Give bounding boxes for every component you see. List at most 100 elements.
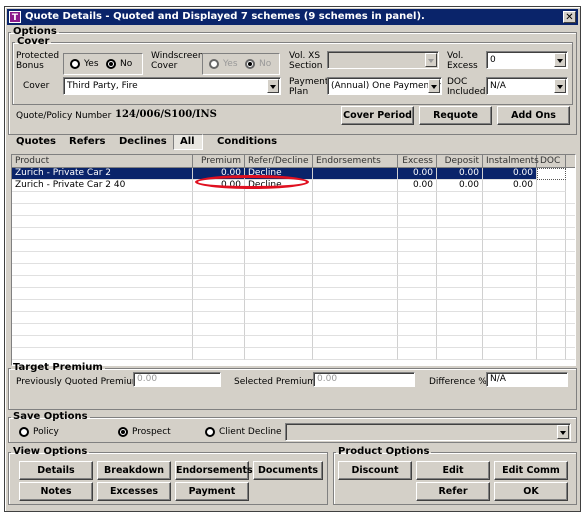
empty-cell — [398, 312, 437, 324]
payment-plan-select[interactable]: (Annual) One Payment Ir — [327, 77, 442, 95]
empty-cell — [313, 276, 398, 288]
empty-cell — [398, 252, 437, 264]
tab-declines[interactable]: Declines — [119, 135, 167, 149]
empty-cell — [483, 300, 537, 312]
save-option-prospect-radio[interactable]: Prospect — [118, 427, 171, 437]
title-bar: T Quote Details - Quoted and Displayed 7… — [7, 9, 578, 25]
empty-table-row — [12, 228, 575, 240]
notes-button[interactable]: Notes — [19, 482, 93, 501]
chevron-down-icon[interactable] — [554, 53, 566, 67]
column-header-instalments[interactable]: Instalments — [483, 155, 539, 168]
tab-all[interactable]: All — [173, 134, 203, 150]
table-row[interactable]: Zurich - Private Car 2 0.00 Decline 0.00… — [12, 168, 575, 180]
cell-refer-decline: Decline — [245, 180, 313, 192]
column-header-deposit[interactable]: Deposit — [437, 155, 483, 168]
protected-bonus-yes-radio[interactable]: Yes — [70, 59, 99, 69]
edit-premium-button[interactable]: Edit Premium — [416, 461, 490, 493]
doc-included-select[interactable]: N/A — [486, 77, 568, 95]
column-header-filler — [566, 155, 575, 168]
empty-cell — [566, 216, 575, 228]
cover-label: Cover — [23, 81, 50, 91]
previously-quoted-premium-field[interactable]: 0.00 — [133, 372, 221, 387]
empty-cell — [313, 312, 398, 324]
save-option-client-decline-radio[interactable]: Client Decline — [205, 427, 282, 437]
close-icon[interactable]: ✕ — [563, 11, 576, 23]
empty-cell — [12, 288, 193, 300]
payment-button[interactable]: Payment — [175, 482, 249, 501]
column-header-refer-decline[interactable]: Refer/Decline — [245, 155, 313, 168]
empty-table-row — [12, 252, 575, 264]
cell-endorsements — [313, 180, 398, 192]
empty-cell — [566, 204, 575, 216]
documents-button[interactable]: Documents — [253, 461, 323, 480]
empty-cell — [537, 348, 566, 360]
selected-premium-field[interactable]: 0.00 — [313, 372, 415, 387]
empty-cell — [193, 192, 245, 204]
column-header-endorsements[interactable]: Endorsements — [313, 155, 398, 168]
empty-table-row — [12, 336, 575, 348]
empty-cell — [245, 300, 313, 312]
discount-button[interactable]: Discount — [338, 461, 412, 480]
protected-bonus-radio-group: Yes No — [63, 53, 143, 75]
empty-cell — [566, 240, 575, 252]
add-ons-button[interactable]: Add Ons — [497, 106, 570, 125]
edit-comm-button[interactable]: Edit Comm — [494, 461, 568, 480]
ok-button[interactable]: OK — [494, 482, 568, 501]
save-options-select[interactable] — [285, 423, 571, 441]
chevron-down-icon[interactable] — [425, 53, 437, 67]
cell-deposit: 0.00 — [437, 180, 483, 192]
empty-cell — [12, 228, 193, 240]
empty-cell — [12, 276, 193, 288]
empty-cell — [12, 336, 193, 348]
radio-icon — [19, 427, 29, 437]
vol-excess-select[interactable]: 0 — [486, 51, 568, 69]
cell-product: Zurich - Private Car 2 40 — [12, 180, 193, 192]
breakdown-button[interactable]: Breakdown — [97, 461, 171, 480]
empty-cell — [12, 216, 193, 228]
empty-cell — [245, 204, 313, 216]
empty-cell — [193, 324, 245, 336]
empty-cell — [398, 192, 437, 204]
tab-refers[interactable]: Refers — [69, 135, 106, 149]
empty-cell — [193, 228, 245, 240]
chevron-down-icon[interactable] — [428, 79, 440, 93]
chevron-down-icon[interactable] — [267, 79, 279, 93]
empty-table-row — [12, 312, 575, 324]
cell-doc[interactable] — [537, 168, 566, 180]
empty-cell — [483, 348, 537, 360]
cover-select[interactable]: Third Party, Fire — [63, 77, 281, 95]
windscreen-no-radio[interactable]: No — [245, 59, 271, 69]
excesses-button[interactable]: Excesses — [97, 482, 171, 501]
endorsements-button[interactable]: Endorsements — [175, 461, 253, 480]
empty-cell — [398, 336, 437, 348]
column-header-premium[interactable]: Premium — [193, 155, 245, 168]
column-header-doc[interactable]: DOC — [537, 155, 566, 168]
windscreen-yes-radio[interactable]: Yes — [209, 59, 238, 69]
empty-cell — [483, 264, 537, 276]
table-row[interactable]: Zurich - Private Car 2 40 0.00 Decline 0… — [12, 180, 575, 192]
refer-button[interactable]: Refer — [416, 482, 490, 501]
column-header-product[interactable]: Product — [12, 155, 193, 168]
vol-xs-section-select[interactable] — [327, 51, 439, 69]
difference-percent-field[interactable]: N/A — [486, 372, 568, 387]
tab-quotes[interactable]: Quotes — [16, 135, 56, 149]
tab-conditions[interactable]: Conditions — [217, 135, 277, 149]
protected-bonus-no-radio[interactable]: No — [106, 59, 132, 69]
chevron-down-icon[interactable] — [554, 79, 566, 93]
cover-period-button[interactable]: Cover Period — [341, 106, 414, 125]
empty-cell — [245, 276, 313, 288]
radio-selected-icon — [118, 427, 128, 437]
details-button[interactable]: Details — [19, 461, 93, 480]
column-header-excess[interactable]: Excess — [398, 155, 437, 168]
chevron-down-icon[interactable] — [557, 425, 569, 439]
empty-cell — [566, 300, 575, 312]
empty-cell — [437, 348, 483, 360]
requote-button[interactable]: Requote — [419, 106, 492, 125]
empty-cell — [245, 228, 313, 240]
empty-cell — [566, 264, 575, 276]
save-option-policy-radio[interactable]: Policy — [19, 427, 59, 437]
cell-excess: 0.00 — [398, 180, 437, 192]
empty-cell — [245, 252, 313, 264]
empty-cell — [398, 276, 437, 288]
empty-cell — [245, 216, 313, 228]
